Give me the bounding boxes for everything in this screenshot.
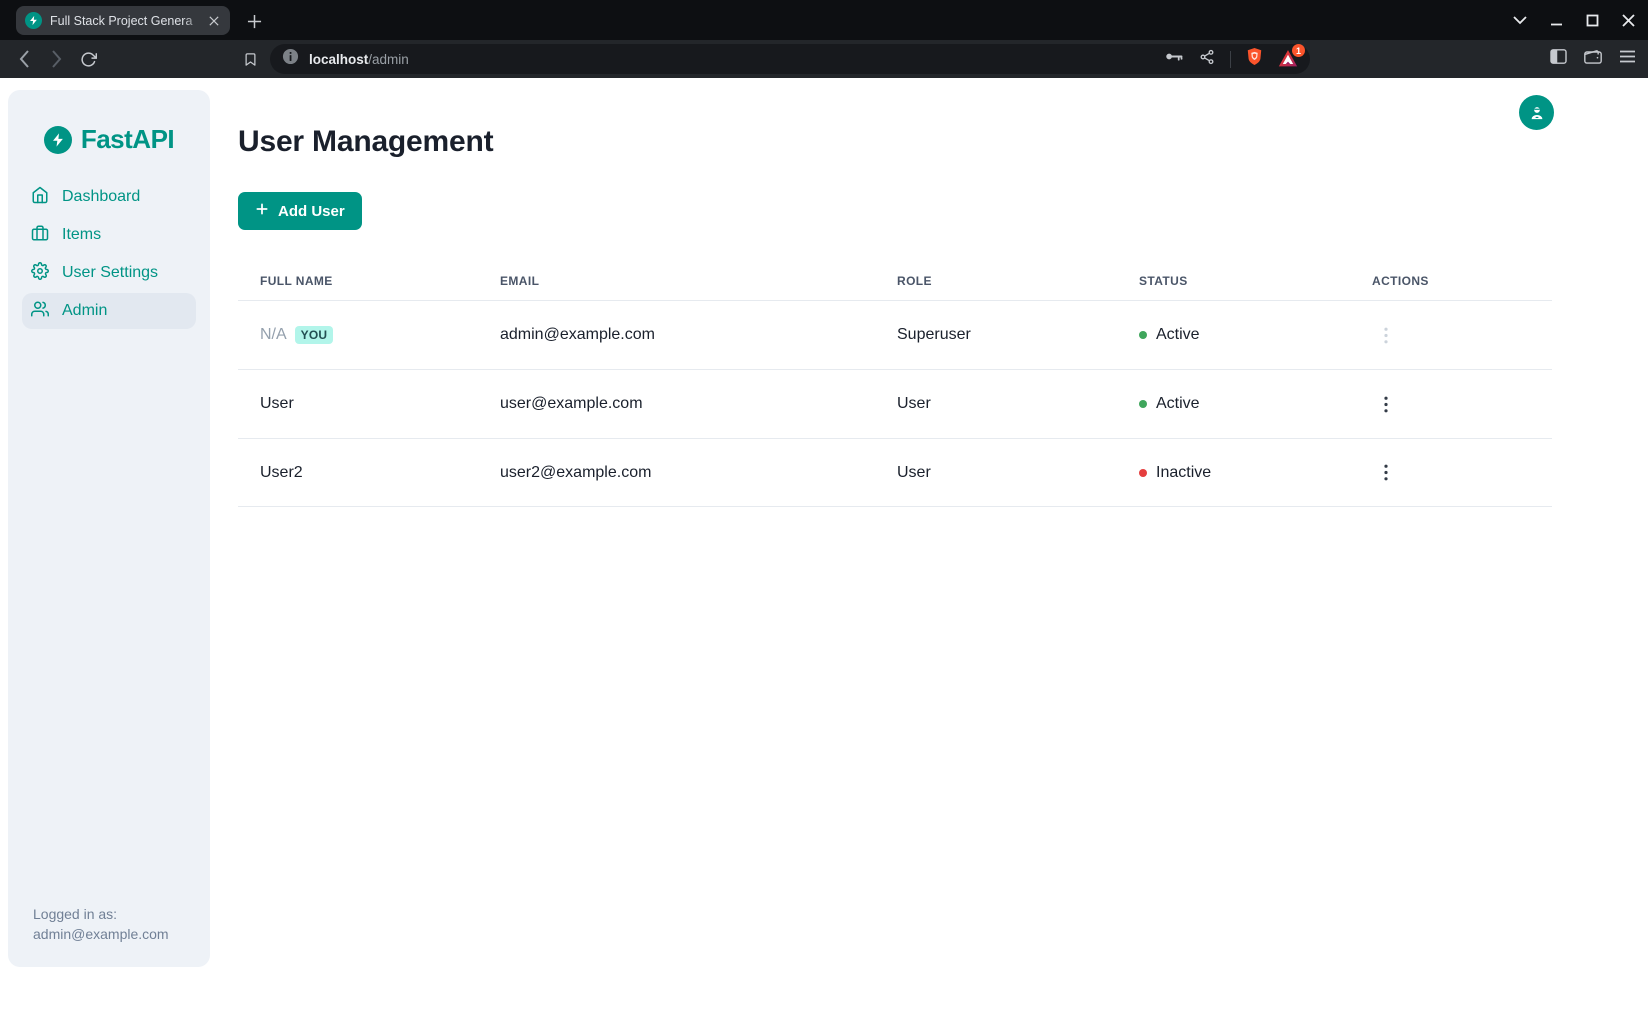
brave-rewards-icon[interactable]: 1 (1278, 49, 1298, 69)
main-area: User Management Add User FULL NAME EMAIL… (238, 78, 1552, 507)
cell-email: admin@example.com (500, 326, 897, 344)
sidebar-item-label: Admin (62, 302, 107, 320)
logged-in-footer: Logged in as: admin@example.com (8, 904, 210, 967)
page-content: FastAPI Dashboard Items (0, 78, 1648, 1025)
sidebar-item-dashboard[interactable]: Dashboard (22, 179, 196, 215)
fastapi-logo-icon (44, 126, 72, 154)
status-dot-icon (1139, 400, 1147, 408)
status-dot-icon (1139, 469, 1147, 477)
cell-status: Active (1139, 326, 1372, 344)
brave-shield-icon[interactable] (1246, 47, 1263, 71)
url-host: localhost (309, 52, 368, 67)
cell-status: Inactive (1139, 464, 1372, 482)
wallet-icon[interactable] (1584, 49, 1602, 69)
toolbar-divider (1230, 51, 1231, 68)
sidebar-item-user-settings[interactable]: User Settings (22, 255, 196, 291)
status-dot-icon (1139, 331, 1147, 339)
cell-email: user2@example.com (500, 464, 897, 482)
brand-logo: FastAPI (8, 124, 210, 155)
table-row: User2 user2@example.com User Inactive (238, 438, 1552, 507)
site-info-icon[interactable] (282, 48, 299, 70)
sidebar-item-label: Items (62, 226, 101, 244)
window-maximize-button[interactable] (1584, 12, 1600, 28)
column-header-full-name: FULL NAME (260, 274, 500, 288)
logged-in-email: admin@example.com (33, 924, 196, 945)
column-header-role: ROLE (897, 274, 1139, 288)
logged-in-label: Logged in as: (33, 904, 196, 925)
table-header-row: FULL NAME EMAIL ROLE STATUS ACTIONS (238, 262, 1552, 300)
tab-close-icon[interactable] (205, 12, 223, 30)
cell-role: User (897, 464, 1139, 482)
add-user-label: Add User (278, 203, 345, 220)
menu-hamburger-icon[interactable] (1619, 50, 1636, 68)
cell-role: User (897, 395, 1139, 413)
briefcase-icon (31, 224, 49, 247)
cell-full-name: User (260, 395, 294, 413)
column-header-email: EMAIL (500, 274, 897, 288)
cell-full-name: User2 (260, 464, 303, 482)
home-icon (31, 186, 49, 209)
new-tab-button[interactable] (243, 10, 265, 32)
url-text: localhost/admin (309, 52, 409, 67)
window-close-button[interactable] (1620, 12, 1636, 28)
forward-button[interactable] (40, 40, 72, 78)
row-actions-menu-button[interactable] (1372, 459, 1400, 487)
row-actions-menu-button[interactable] (1372, 321, 1400, 349)
fastapi-favicon-icon (25, 12, 42, 29)
cell-role: Superuser (897, 326, 1139, 344)
status-label: Active (1156, 395, 1200, 413)
window-minimize-button[interactable] (1548, 12, 1564, 28)
reload-button[interactable] (72, 40, 104, 78)
add-user-button[interactable]: Add User (238, 192, 362, 230)
side-panel-icon[interactable] (1550, 49, 1567, 69)
row-actions-menu-button[interactable] (1372, 390, 1400, 418)
table-row: N/A YOU admin@example.com Superuser Acti… (238, 300, 1552, 369)
status-label: Active (1156, 326, 1200, 344)
sidebar-item-label: Dashboard (62, 188, 140, 206)
url-bar[interactable]: localhost/admin (270, 44, 1310, 74)
password-key-icon[interactable] (1165, 50, 1184, 68)
back-button[interactable] (8, 40, 40, 78)
browser-tab[interactable]: Full Stack Project Genera (16, 6, 230, 35)
you-badge: YOU (295, 326, 334, 344)
plus-icon (255, 202, 269, 220)
browser-window: Full Stack Project Genera (0, 0, 1648, 1025)
cell-full-name: N/A (260, 326, 287, 344)
sidebar-item-admin[interactable]: Admin (22, 293, 196, 329)
browser-toolbar: localhost/admin (0, 40, 1648, 78)
sidebar: FastAPI Dashboard Items (8, 90, 210, 967)
cell-status: Active (1139, 395, 1372, 413)
sidebar-nav: Dashboard Items User Settings (8, 179, 210, 329)
brand-name: FastAPI (81, 124, 174, 155)
column-header-status: STATUS (1139, 274, 1372, 288)
tab-search-chevron-icon[interactable] (1512, 12, 1528, 28)
gear-icon (31, 262, 49, 285)
url-path: /admin (368, 52, 409, 67)
users-icon (31, 300, 49, 323)
tab-title: Full Stack Project Genera (50, 14, 205, 28)
column-header-actions: ACTIONS (1372, 274, 1552, 288)
rewards-badge: 1 (1292, 44, 1305, 57)
cell-email: user@example.com (500, 395, 897, 413)
bookmark-icon[interactable] (236, 40, 264, 78)
share-icon[interactable] (1199, 49, 1215, 70)
sidebar-item-items[interactable]: Items (22, 217, 196, 253)
tab-strip: Full Stack Project Genera (0, 0, 1648, 40)
table-row: User user@example.com User Active (238, 369, 1552, 438)
page-title: User Management (238, 125, 1552, 159)
status-label: Inactive (1156, 464, 1211, 482)
users-table: FULL NAME EMAIL ROLE STATUS ACTIONS N/A … (238, 262, 1552, 507)
sidebar-item-label: User Settings (62, 264, 158, 282)
